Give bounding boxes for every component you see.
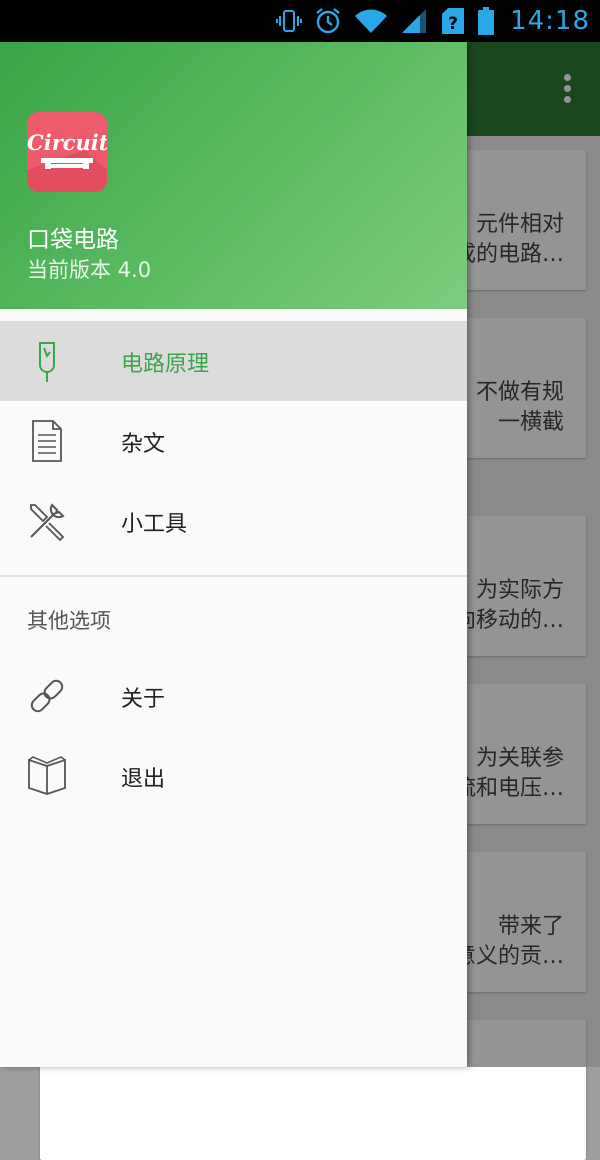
nav-item-exit[interactable]: 退出 xyxy=(0,736,467,816)
book-icon xyxy=(25,754,69,798)
status-bar: ? 14:18 xyxy=(0,0,600,42)
navigation-drawer: Circuit 口袋电路 当前版本 4.0 电路原理 杂文 小工具 其他选项 关… xyxy=(0,42,467,1067)
section-title: 其他选项 xyxy=(27,609,111,633)
document-icon xyxy=(25,419,69,463)
battery-icon xyxy=(478,7,495,35)
nav-item-about[interactable]: 关于 xyxy=(0,656,467,736)
svg-text:?: ? xyxy=(448,14,458,34)
nav-item-label: 小工具 xyxy=(121,512,188,537)
no-sim-icon: ? xyxy=(440,7,466,35)
nav-item-circuit-principles[interactable]: 电路原理 xyxy=(0,321,467,401)
nav-item-label: 电路原理 xyxy=(121,352,210,377)
circuit-probe-icon xyxy=(25,339,69,383)
alarm-icon xyxy=(314,7,342,35)
nav-item-essays[interactable]: 杂文 xyxy=(0,401,467,481)
wifi-icon xyxy=(354,8,388,34)
nav-item-tools[interactable]: 小工具 xyxy=(0,481,467,561)
drawer-header: Circuit 口袋电路 当前版本 4.0 xyxy=(0,42,467,309)
app-logo: Circuit xyxy=(27,112,107,192)
status-time: 14:18 xyxy=(510,6,590,36)
app-version: 当前版本 4.0 xyxy=(27,258,152,282)
tools-icon xyxy=(25,499,69,543)
vibrate-icon xyxy=(276,8,303,34)
nav-item-label: 杂文 xyxy=(121,432,166,457)
link-icon xyxy=(25,674,69,718)
signal-icon xyxy=(400,7,428,35)
drawer-divider xyxy=(0,575,467,577)
nav-item-label: 退出 xyxy=(121,767,166,792)
nav-item-label: 关于 xyxy=(121,687,166,712)
app-name: 口袋电路 xyxy=(27,227,119,253)
